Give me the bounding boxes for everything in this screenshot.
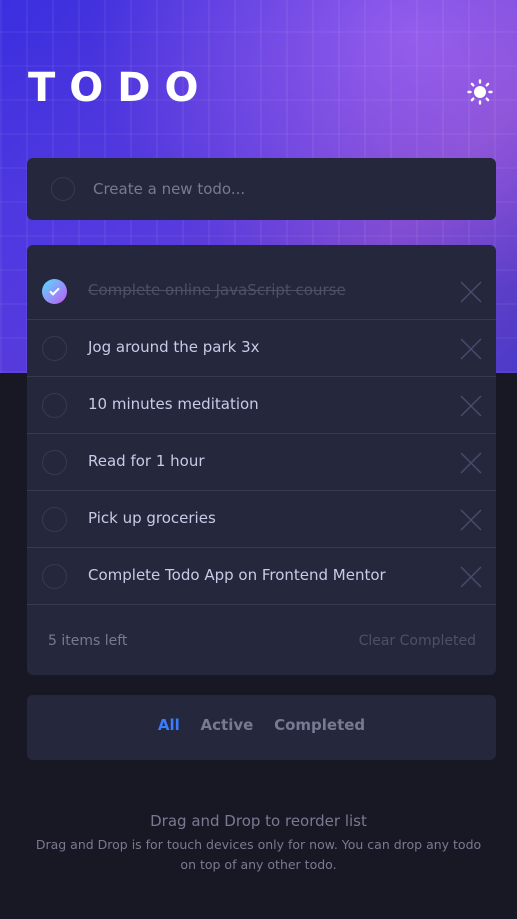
close-icon [460,281,482,303]
todo-item[interactable]: Read for 1 hour [27,434,496,491]
delete-todo-button[interactable] [460,566,482,588]
app-header: TODO [28,64,496,114]
todo-item[interactable]: Jog around the park 3x [27,320,496,377]
delete-todo-button[interactable] [460,452,482,474]
delete-todo-button[interactable] [460,509,482,531]
new-todo-input[interactable] [93,174,473,204]
filter-all-button[interactable]: All [158,716,180,734]
todo-text: Jog around the park 3x [88,338,260,356]
filter-completed-button[interactable]: Completed [274,716,365,734]
todo-text: Read for 1 hour [88,452,205,470]
close-icon [460,566,482,588]
todo-list: Complete online JavaScript course Jog ar… [27,245,496,675]
check-icon [49,287,60,296]
todo-checkbox[interactable] [42,393,67,418]
todo-checkbox-checked[interactable] [42,279,67,304]
delete-todo-button[interactable] [460,338,482,360]
todo-checkbox[interactable] [42,507,67,532]
app-title: TODO [28,65,213,111]
close-icon [460,452,482,474]
drag-drop-hint-title: Drag and Drop to reorder list [150,812,367,830]
filter-active-button[interactable]: Active [201,716,254,734]
drag-drop-hint-description: Drag and Drop is for touch devices only … [35,837,482,872]
todo-text: Complete Todo App on Frontend Mentor [88,566,386,584]
clear-completed-button[interactable]: Clear Completed [359,633,476,649]
items-left-counter: 5 items left [48,633,128,649]
new-todo-card [27,158,496,220]
todo-text: Complete online JavaScript course [88,281,346,299]
close-icon [460,395,482,417]
list-footer: 5 items left Clear Completed [27,627,496,675]
delete-todo-button[interactable] [460,281,482,303]
sun-icon [467,79,493,105]
close-icon [460,338,482,360]
todo-checkbox[interactable] [42,564,67,589]
close-icon [460,509,482,531]
todo-checkbox[interactable] [42,336,67,361]
delete-todo-button[interactable] [460,395,482,417]
todo-item[interactable]: 10 minutes meditation [27,377,496,434]
new-todo-checkbox[interactable] [51,177,75,201]
todo-text: Pick up groceries [88,509,216,527]
todo-item[interactable]: Pick up groceries [27,491,496,548]
filter-group: All Active Completed [27,716,496,734]
todo-item[interactable]: Complete Todo App on Frontend Mentor [27,548,496,605]
filter-bar: All Active Completed [27,695,496,760]
todo-item[interactable]: Complete online JavaScript course [27,263,496,320]
theme-toggle-button[interactable] [464,76,496,108]
todo-checkbox[interactable] [42,450,67,475]
todo-text: 10 minutes meditation [88,395,259,413]
